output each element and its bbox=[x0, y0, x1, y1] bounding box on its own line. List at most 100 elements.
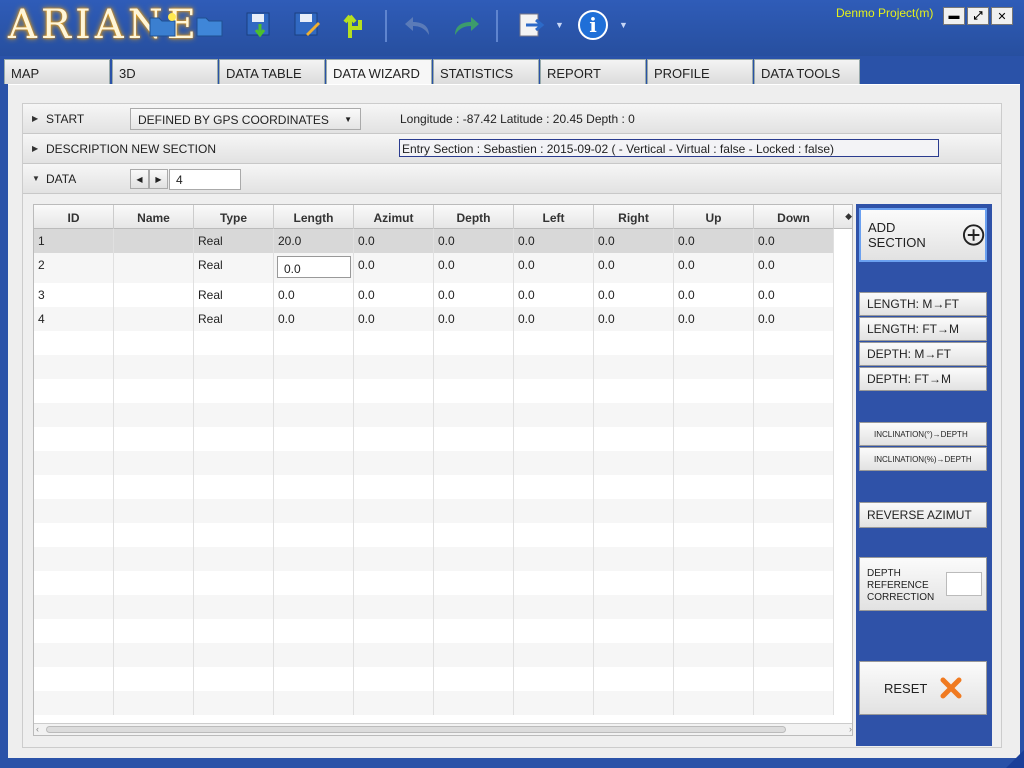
save-as-icon[interactable] bbox=[290, 8, 324, 42]
column-header-right[interactable]: Right bbox=[594, 205, 674, 229]
length-m-ft-button[interactable]: LENGTH: M→FT bbox=[859, 292, 987, 316]
tab-profile[interactable]: PROFILE bbox=[647, 59, 753, 84]
cell-id[interactable]: 2 bbox=[34, 253, 114, 283]
cell-depth[interactable]: 0.0 bbox=[434, 253, 514, 283]
undo-icon[interactable] bbox=[401, 8, 435, 42]
cell-name[interactable] bbox=[114, 307, 194, 331]
table-row[interactable]: 1 Real 20.0 0.0 0.0 0.0 0.0 0.0 0.0 bbox=[34, 229, 834, 253]
cell-length[interactable]: 0.0 bbox=[274, 307, 354, 331]
tab-statistics[interactable]: STATISTICS bbox=[433, 59, 539, 84]
branch-icon[interactable] bbox=[338, 8, 372, 42]
column-header-name[interactable]: Name bbox=[114, 205, 194, 229]
cell-down[interactable]: 0.0 bbox=[754, 253, 834, 283]
scroll-left-icon[interactable]: ‹ bbox=[36, 724, 39, 734]
cell-azimut[interactable]: 0.0 bbox=[354, 307, 434, 331]
collapse-arrow-icon[interactable]: ▶ bbox=[32, 144, 38, 153]
column-header-down[interactable]: Down bbox=[754, 205, 834, 229]
cell-up[interactable]: 0.0 bbox=[674, 229, 754, 253]
cell-name[interactable] bbox=[114, 283, 194, 307]
cell-depth[interactable]: 0.0 bbox=[434, 283, 514, 307]
cell-type[interactable]: Real bbox=[194, 253, 274, 283]
redo-icon[interactable] bbox=[449, 8, 483, 42]
new-project-icon[interactable] bbox=[146, 8, 180, 42]
cell-azimut[interactable]: 0.0 bbox=[354, 253, 434, 283]
entry-section-field[interactable]: Entry Section : Sebastien : 2015-09-02 (… bbox=[399, 139, 939, 157]
column-header-id[interactable]: ID bbox=[34, 205, 114, 229]
cell-azimut[interactable]: 0.0 bbox=[354, 283, 434, 307]
cell-type[interactable]: Real bbox=[194, 283, 274, 307]
cell-right[interactable]: 0.0 bbox=[594, 253, 674, 283]
cell-down[interactable]: 0.0 bbox=[754, 307, 834, 331]
cell-length[interactable]: 0.0 bbox=[274, 253, 354, 283]
inclination-percent-button[interactable]: INCLINATION(%)→DEPTH bbox=[859, 447, 987, 471]
column-header-up[interactable]: Up bbox=[674, 205, 754, 229]
increment-button[interactable]: ▶ bbox=[149, 169, 168, 189]
depth-correction-input[interactable] bbox=[946, 572, 982, 596]
length-edit-input[interactable]: 0.0 bbox=[277, 256, 351, 278]
cell-azimut[interactable]: 0.0 bbox=[354, 229, 434, 253]
table-row[interactable]: 2 Real 0.0 0.0 0.0 0.0 0.0 0.0 0.0 bbox=[34, 253, 834, 283]
scrollbar-thumb[interactable] bbox=[46, 726, 786, 733]
cell-right[interactable]: 0.0 bbox=[594, 283, 674, 307]
cell-down[interactable]: 0.0 bbox=[754, 229, 834, 253]
cell-right[interactable]: 0.0 bbox=[594, 307, 674, 331]
tab-report[interactable]: REPORT bbox=[540, 59, 646, 84]
tab-map[interactable]: MAP bbox=[4, 59, 110, 84]
start-mode-select[interactable]: DEFINED BY GPS COORDINATES ▼ bbox=[130, 108, 361, 130]
export-chevron-down-icon[interactable]: ▼ bbox=[555, 20, 564, 30]
table-row[interactable]: 4 Real 0.0 0.0 0.0 0.0 0.0 0.0 0.0 bbox=[34, 307, 834, 331]
cell-depth[interactable]: 0.0 bbox=[434, 229, 514, 253]
section-count-input[interactable]: 4 bbox=[169, 169, 241, 190]
cell-type[interactable]: Real bbox=[194, 229, 274, 253]
depth-m-ft-button[interactable]: DEPTH: M→FT bbox=[859, 342, 987, 366]
add-section-button[interactable]: ADD SECTION bbox=[859, 208, 987, 262]
cell-down[interactable]: 0.0 bbox=[754, 283, 834, 307]
column-header-length[interactable]: Length bbox=[274, 205, 354, 229]
info-chevron-down-icon[interactable]: ▼ bbox=[619, 20, 628, 30]
cell-up[interactable]: 0.0 bbox=[674, 253, 754, 283]
column-header-left[interactable]: Left bbox=[514, 205, 594, 229]
cell-left[interactable]: 0.0 bbox=[514, 283, 594, 307]
resize-grip-icon[interactable] bbox=[1006, 750, 1024, 768]
column-menu-icon[interactable]: ◆ bbox=[845, 211, 852, 222]
close-button[interactable]: ✕ bbox=[991, 7, 1013, 25]
depth-ft-m-button[interactable]: DEPTH: FT→M bbox=[859, 367, 987, 391]
tab-3d[interactable]: 3D bbox=[112, 59, 218, 84]
info-icon[interactable]: i bbox=[576, 8, 610, 42]
cell-left[interactable]: 0.0 bbox=[514, 253, 594, 283]
cell-depth[interactable]: 0.0 bbox=[434, 307, 514, 331]
inclination-degree-button[interactable]: INCLINATION(°)→DEPTH bbox=[859, 422, 987, 446]
table-row[interactable]: 3 Real 0.0 0.0 0.0 0.0 0.0 0.0 0.0 bbox=[34, 283, 834, 307]
reverse-azimut-button[interactable]: REVERSE AZIMUT bbox=[859, 502, 987, 528]
cell-length[interactable]: 0.0 bbox=[274, 283, 354, 307]
open-folder-icon[interactable] bbox=[193, 8, 227, 42]
cell-id[interactable]: 1 bbox=[34, 229, 114, 253]
column-header-depth[interactable]: Depth bbox=[434, 205, 514, 229]
cell-id[interactable]: 3 bbox=[34, 283, 114, 307]
column-header-azimut[interactable]: Azimut bbox=[354, 205, 434, 229]
cell-right[interactable]: 0.0 bbox=[594, 229, 674, 253]
cell-left[interactable]: 0.0 bbox=[514, 307, 594, 331]
tab-data-wizard[interactable]: DATA WIZARD bbox=[326, 59, 432, 84]
cell-up[interactable]: 0.0 bbox=[674, 283, 754, 307]
cell-name[interactable] bbox=[114, 253, 194, 283]
tab-data-table[interactable]: DATA TABLE bbox=[219, 59, 325, 84]
horizontal-scrollbar[interactable]: ‹ › bbox=[34, 723, 852, 735]
export-icon[interactable] bbox=[514, 8, 548, 42]
cell-length[interactable]: 20.0 bbox=[274, 229, 354, 253]
minimize-button[interactable]: ▬ bbox=[943, 7, 965, 25]
collapse-arrow-icon[interactable]: ▶ bbox=[32, 114, 38, 123]
cell-type[interactable]: Real bbox=[194, 307, 274, 331]
reset-button[interactable]: RESET bbox=[859, 661, 987, 715]
column-header-type[interactable]: Type bbox=[194, 205, 274, 229]
length-ft-m-button[interactable]: LENGTH: FT→M bbox=[859, 317, 987, 341]
decrement-button[interactable]: ◀ bbox=[130, 169, 149, 189]
cell-name[interactable] bbox=[114, 229, 194, 253]
cell-left[interactable]: 0.0 bbox=[514, 229, 594, 253]
maximize-button[interactable]: ⤢ bbox=[967, 7, 989, 25]
cell-up[interactable]: 0.0 bbox=[674, 307, 754, 331]
cell-id[interactable]: 4 bbox=[34, 307, 114, 331]
save-download-icon[interactable] bbox=[242, 8, 276, 42]
expand-arrow-icon[interactable]: ▼ bbox=[32, 174, 40, 183]
scroll-right-icon[interactable]: › bbox=[849, 724, 852, 734]
